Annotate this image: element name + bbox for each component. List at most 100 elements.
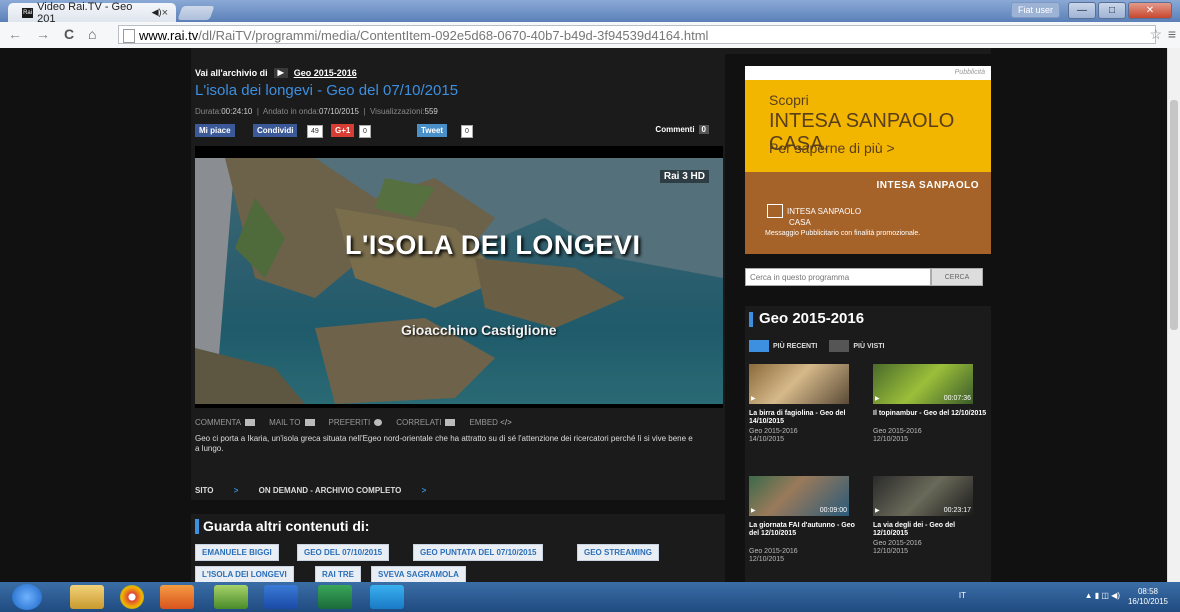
browser-titlebar: Rai Video Rai.TV - Geo 201 ◀) × Fiat use… xyxy=(0,0,1180,25)
gplus-count: 0 xyxy=(359,125,371,138)
excel-taskbar-icon[interactable] xyxy=(318,585,352,609)
video-meta: Durata:00:24:10 | Andato in onda:07/10/2… xyxy=(195,107,438,116)
forward-button[interactable]: → xyxy=(36,26,50,42)
sito-link[interactable]: SITO > xyxy=(195,486,238,495)
sito-label: SITO xyxy=(195,486,214,495)
episode-duration: 00:23:17 xyxy=(943,507,971,514)
play-icon: ▶ xyxy=(751,508,756,514)
search-button[interactable]: CERCA xyxy=(931,268,983,286)
tag-link[interactable]: GEO DEL 07/10/2015 xyxy=(297,544,390,561)
tool-mailto[interactable]: MAIL TO xyxy=(269,418,315,427)
clock-time: 08:58 xyxy=(1137,587,1158,596)
url-bar[interactable]: www.rai.tv/dl/RaiTV/programmi/media/Cont… xyxy=(118,25,1156,44)
main-column: Vai all'archivio di ▶ Geo 2015-2016 L'is… xyxy=(191,48,725,500)
ondemand-arrow-icon: > xyxy=(421,486,427,495)
skype-taskbar-icon[interactable] xyxy=(370,585,404,609)
scrollbar-thumb[interactable] xyxy=(1170,100,1178,330)
program-links: SITO > ON DEMAND - ARCHIVIO COMPLETO > xyxy=(195,486,444,495)
user-badge[interactable]: Fiat user xyxy=(1010,2,1060,18)
tag-link[interactable]: EMANUELE BIGGI xyxy=(195,544,279,561)
tag-link[interactable]: GEO PUNTATA DEL 07/10/2015 xyxy=(413,544,544,561)
tweet-button[interactable]: Tweet xyxy=(417,124,448,137)
durata-label: Durata: xyxy=(195,107,222,116)
page-scrollbar[interactable] xyxy=(1167,48,1180,582)
rai-favicon-icon: Rai xyxy=(22,7,34,18)
media-player-taskbar-icon[interactable] xyxy=(160,585,194,609)
outlook-taskbar-icon[interactable] xyxy=(264,585,298,609)
ad-casa-line2: CASA xyxy=(789,218,811,228)
episode-date: 12/10/2015 xyxy=(873,548,909,555)
reload-button[interactable]: C xyxy=(64,26,74,42)
andato-label: Andato in onda: xyxy=(262,107,319,116)
tool-commenta[interactable]: COMMENTA xyxy=(195,418,256,427)
paint-taskbar-icon[interactable] xyxy=(214,585,248,609)
tray-language[interactable]: IT xyxy=(959,591,966,600)
rocks-scene xyxy=(195,158,723,404)
tag-link[interactable]: RAI TRE xyxy=(315,566,361,582)
browser-tab[interactable]: Rai Video Rai.TV - Geo 201 ◀) × xyxy=(8,1,176,25)
program-search-input[interactable] xyxy=(745,268,931,286)
breadcrumb-prefix: Vai all'archivio di xyxy=(195,68,268,78)
breadcrumb-arrow-icon: ▶ xyxy=(273,68,288,78)
episode-title: La via degli dei - Geo del 12/10/2015 xyxy=(873,522,956,537)
episode-tabs: PIÙ RECENTI PIÙ VISTI xyxy=(749,340,884,352)
play-icon: ▶ xyxy=(875,396,880,402)
tool-correlati-label: CORRELATI xyxy=(396,418,442,427)
facebook-like-button[interactable]: Mi piace xyxy=(195,124,235,137)
ad-casa-logo: INTESA SANPAOLO CASA xyxy=(767,204,865,227)
tag-link[interactable]: SVEVA SAGRAMOLA xyxy=(371,566,466,582)
minimize-button[interactable]: — xyxy=(1068,2,1096,19)
house-icon xyxy=(767,204,783,218)
close-window-button[interactable]: ✕ xyxy=(1128,2,1172,19)
section-accent-bar xyxy=(195,519,199,534)
facebook-share-button[interactable]: Condividi xyxy=(253,124,298,137)
new-tab-button[interactable] xyxy=(177,6,215,20)
tool-preferiti[interactable]: PREFERITI xyxy=(329,418,383,427)
tool-commenta-label: COMMENTA xyxy=(195,418,242,427)
clock[interactable]: 08:58 16/10/2015 xyxy=(1128,587,1168,607)
tool-embed-label: EMBED xyxy=(469,418,498,427)
tool-correlati[interactable]: CORRELATI xyxy=(396,418,456,427)
tab-recenti[interactable]: PIÙ RECENTI xyxy=(773,343,817,350)
program-episodes: Geo 2015-2016 PIÙ RECENTI PIÙ VISTI ▶ La… xyxy=(745,306,991,582)
video-title: L'isola dei longevi - Geo del 07/10/2015 xyxy=(195,82,459,99)
breadcrumb-link[interactable]: Geo 2015-2016 xyxy=(294,68,357,78)
tweet-count: 0 xyxy=(461,125,473,138)
tag-link[interactable]: L'ISOLA DEI LONGEVI xyxy=(195,566,294,582)
episode-date: 14/10/2015 xyxy=(749,436,785,443)
back-button[interactable]: ← xyxy=(8,26,22,42)
social-bar: Mi piace Condividi 49 G+1 0 Tweet 0 Comm… xyxy=(195,124,715,138)
tag-link[interactable]: GEO STREAMING xyxy=(577,544,660,561)
maximize-button[interactable]: □ xyxy=(1098,2,1126,19)
gplus-button[interactable]: G+1 xyxy=(331,124,355,137)
home-button[interactable]: ⌂ xyxy=(88,26,96,42)
episode-duration: 00:09:00 xyxy=(819,507,847,514)
clock-date: 16/10/2015 xyxy=(1127,597,1168,606)
tool-mailto-label: MAIL TO xyxy=(269,418,301,427)
episode-duration: 00:07:36 xyxy=(943,395,971,402)
episode-series: Geo 2015-2016 xyxy=(749,428,798,435)
page-icon xyxy=(123,29,135,43)
ondemand-link[interactable]: ON DEMAND - ARCHIVIO COMPLETO > xyxy=(259,486,427,495)
related-icon xyxy=(445,419,456,427)
bookmark-star-icon[interactable]: ☆ xyxy=(1149,26,1162,43)
ad-line3: Per saperne di più > xyxy=(769,140,895,156)
explorer-taskbar-icon[interactable] xyxy=(70,585,104,609)
section-accent-bar xyxy=(749,312,753,327)
page-content: Vai all'archivio di ▶ Geo 2015-2016 L'is… xyxy=(0,48,1168,582)
play-icon: ▶ xyxy=(751,396,756,402)
sito-arrow-icon: > xyxy=(233,486,239,495)
chrome-menu-icon[interactable]: ≡ xyxy=(1168,26,1176,42)
start-button[interactable] xyxy=(12,584,42,610)
tab-close-icon[interactable]: × xyxy=(162,7,168,19)
video-player[interactable]: Rai 3 HD L'ISOLA DEI LONGEVI Gioacchino … xyxy=(195,146,723,408)
tab-piu-visti[interactable]: PIÙ VISTI xyxy=(853,343,884,350)
comments-count: 0 xyxy=(698,125,709,134)
advertisement-banner[interactable]: Scopri INTESA SANPAOLO CASA. Per saperne… xyxy=(745,80,991,254)
episode-date: 12/10/2015 xyxy=(873,436,909,443)
chrome-taskbar-icon[interactable] xyxy=(120,585,144,609)
comments-link[interactable]: Commenti 0 xyxy=(655,125,709,134)
tool-embed[interactable]: EMBED </> xyxy=(469,418,511,427)
ad-line1: Scopri xyxy=(769,92,809,108)
tool-preferiti-label: PREFERITI xyxy=(328,418,371,427)
